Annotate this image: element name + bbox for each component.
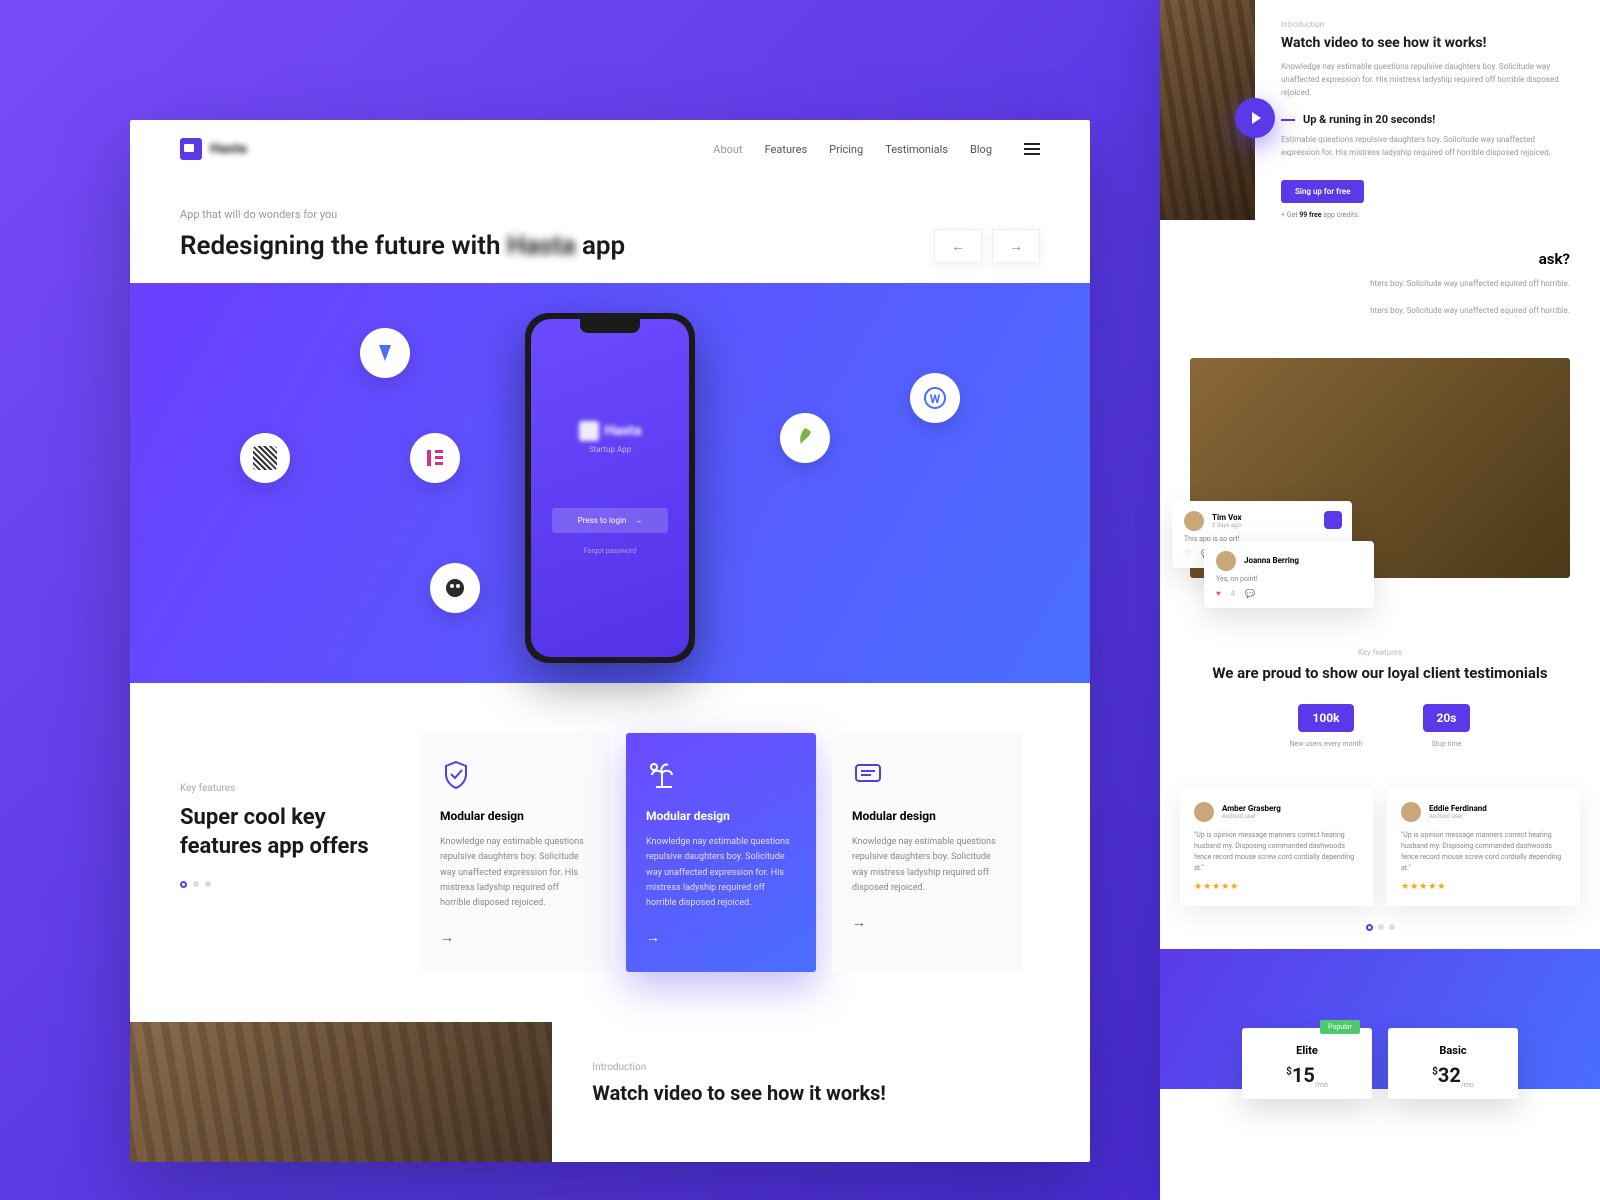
phone-forgot-link[interactable]: Forgot password	[584, 547, 637, 555]
integration-elementor-icon	[410, 433, 460, 483]
stat-value: 100k	[1298, 704, 1353, 732]
features-eyebrow: Key features	[180, 783, 390, 794]
nav-pricing[interactable]: Pricing	[829, 143, 863, 156]
hero-title: Redesigning the future with Hasta app	[180, 231, 625, 261]
menu-icon[interactable]	[1024, 143, 1040, 155]
phone-app-logo: Hasta	[579, 421, 642, 441]
features-pagination-dots[interactable]	[180, 881, 390, 888]
phone-mockup: Hasta Startup App Press to login→ Forgot…	[525, 313, 695, 663]
stat-block: 100k New users every month	[1290, 704, 1363, 748]
testimonials-title: We are proud to show our loyal client te…	[1190, 663, 1570, 684]
logo-icon	[180, 138, 202, 160]
pricing-card-elite[interactable]: Popular Elite $15/mo	[1242, 1028, 1372, 1099]
showcase-hero-image: W Hasta Startup App Press to login→ Forg…	[130, 283, 1090, 683]
avatar	[1216, 551, 1236, 571]
logo-text: Hasta	[210, 141, 247, 157]
faq-text-fragment: hters boy. Solicitude way unaffected equ…	[1190, 305, 1570, 318]
phone-app-tagline: Startup App	[589, 445, 631, 454]
testimonial-popup-card: Joanna Berring Yes, on point! ♥4💬	[1204, 541, 1374, 608]
nav-blog[interactable]: Blog	[970, 143, 992, 156]
shield-check-icon	[440, 759, 472, 791]
feature-card-title: Modular design	[852, 809, 1002, 823]
integration-qr-icon	[240, 433, 290, 483]
feature-card[interactable]: Modular design Knowledge nay estimable q…	[420, 733, 610, 972]
arrow-right-icon: →	[440, 929, 590, 946]
review-card: Eddie FerdinandAndroid user "Up is opini…	[1387, 788, 1580, 907]
feature-card-text: Knowledge nay estimable questions repuls…	[852, 835, 1002, 896]
quote-icon	[1324, 511, 1342, 529]
feature-card-text: Knowledge nay estimable questions repuls…	[646, 835, 796, 911]
features-title: Super cool key features app offers	[180, 804, 390, 861]
faq-title-fragment: ask?	[1190, 250, 1570, 268]
faq-text-fragment: hters boy. Solicitude way unaffected equ…	[1190, 278, 1570, 291]
intro-eyebrow: Introduction	[1281, 20, 1574, 29]
feature-card-title: Modular design	[440, 809, 590, 823]
avatar	[1194, 802, 1214, 822]
chat-icon	[852, 759, 884, 791]
nav-testimonials[interactable]: Testimonials	[885, 143, 948, 156]
star-rating-icon: ★★★★★	[1401, 882, 1566, 892]
star-rating-icon: ★★★★★	[1194, 882, 1359, 892]
testimonials-eyebrow: Key features	[1190, 648, 1570, 657]
hero-eyebrow: App that will do wonders for you	[180, 208, 1040, 221]
signup-button[interactable]: Sing up for free	[1281, 180, 1364, 203]
pricing-card-basic[interactable]: Basic $32/mo	[1388, 1028, 1518, 1099]
integration-mailchimp-icon	[430, 563, 480, 613]
arrow-right-icon: →	[646, 929, 796, 946]
nav-features[interactable]: Features	[765, 143, 808, 156]
palm-tree-icon	[646, 759, 678, 791]
video-thumbnail	[130, 1022, 552, 1162]
features-section: Key features Super cool key features app…	[130, 683, 1090, 1022]
integration-envato-icon	[780, 413, 830, 463]
stat-label: Stup time	[1423, 740, 1471, 748]
play-button[interactable]	[1235, 98, 1275, 138]
avatar	[1401, 802, 1421, 822]
nav-links: About Features Pricing Testimonials Blog	[713, 143, 1040, 156]
heart-filled-icon[interactable]: ♥	[1216, 589, 1221, 598]
intro-sub-title: Up & runing in 20 seconds!	[1303, 113, 1435, 126]
brand-logo[interactable]: Hasta	[180, 138, 247, 160]
intro-video-thumb	[1160, 0, 1255, 220]
prev-arrow-button[interactable]: ←	[934, 229, 982, 263]
stat-block: 20s Stup time	[1423, 704, 1471, 748]
phone-login-button[interactable]: Press to login→	[552, 508, 669, 533]
hero-pagination: ← →	[934, 229, 1040, 263]
review-pagination-dots[interactable]	[1160, 924, 1600, 931]
review-cards: Amber GrasbergAndroid user "Up is opinio…	[1160, 788, 1600, 907]
integration-wordpress-icon: W	[910, 373, 960, 423]
arrow-right-icon: →	[852, 914, 1002, 931]
feature-card-text: Knowledge nay estimable questions repuls…	[440, 835, 590, 911]
main-landing-panel: Hasta About Features Pricing Testimonial…	[130, 120, 1090, 1162]
testimonials-section: Key features We are proud to show our lo…	[1160, 578, 1600, 788]
feature-card[interactable]: Modular design Knowledge nay estimable q…	[832, 733, 1022, 972]
feature-card-title: Modular design	[646, 809, 796, 823]
intro-text: Knowledge nay estimable questions repuls…	[1281, 61, 1574, 99]
intro-title: Watch video to see how it works!	[1281, 35, 1574, 51]
pricing-section: Popular Elite $15/mo Basic $32/mo	[1160, 949, 1600, 1089]
strip-title: Watch video to see how it works!	[592, 1081, 1050, 1105]
top-nav: Hasta About Features Pricing Testimonial…	[130, 120, 1090, 178]
video-intro-strip: Introduction Watch video to see how it w…	[130, 1022, 1090, 1162]
secondary-landing-panel: Introduction Watch video to see how it w…	[1160, 0, 1600, 1200]
dash-icon	[1281, 119, 1295, 121]
hero: App that will do wonders for you Redesig…	[130, 178, 1090, 283]
integration-seven-icon	[360, 328, 410, 378]
intro-sub-text: Estimable questions repulsive daughters …	[1281, 134, 1574, 160]
next-arrow-button[interactable]: →	[992, 229, 1040, 263]
svg-text:W: W	[930, 392, 941, 406]
popular-badge: Popular	[1320, 1020, 1360, 1034]
heart-icon[interactable]: ♡	[1184, 549, 1191, 558]
review-card: Amber GrasbergAndroid user "Up is opinio…	[1180, 788, 1373, 907]
testimonial-hero-image: Tim Vox2 days ago This app is so grt! ♡💬…	[1190, 358, 1570, 578]
strip-eyebrow: Introduction	[592, 1062, 1050, 1073]
comment-icon[interactable]: 💬	[1245, 589, 1255, 598]
feature-card-highlighted[interactable]: Modular design Knowledge nay estimable q…	[626, 733, 816, 972]
nav-about[interactable]: About	[713, 143, 742, 156]
credit-note: + Get 99 free app credits.	[1281, 211, 1574, 219]
stat-value: 20s	[1423, 704, 1471, 732]
avatar	[1184, 511, 1204, 531]
stat-label: New users every month	[1290, 740, 1363, 748]
